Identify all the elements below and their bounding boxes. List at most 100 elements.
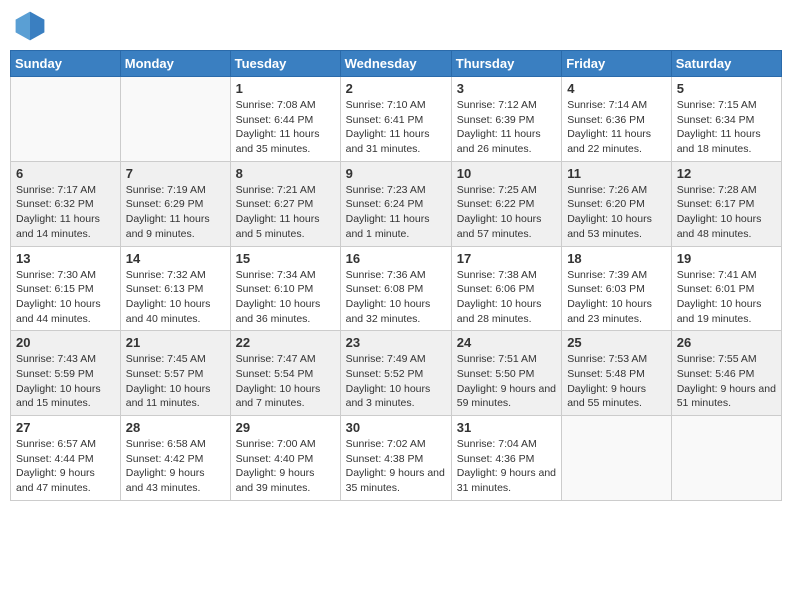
day-info: Sunrise: 7:45 AM Sunset: 5:57 PM Dayligh… xyxy=(126,352,225,411)
day-number: 1 xyxy=(236,81,335,96)
day-number: 4 xyxy=(567,81,666,96)
calendar-cell: 24 Sunrise: 7:51 AM Sunset: 5:50 PM Dayli… xyxy=(451,331,561,416)
day-header-wednesday: Wednesday xyxy=(340,51,451,77)
calendar-cell: 31 Sunrise: 7:04 AM Sunset: 4:36 PM Dayli… xyxy=(451,416,561,501)
day-info: Sunrise: 7:21 AM Sunset: 6:27 PM Dayligh… xyxy=(236,183,335,242)
calendar-cell: 20 Sunrise: 7:43 AM Sunset: 5:59 PM Dayli… xyxy=(11,331,121,416)
day-info: Sunrise: 7:15 AM Sunset: 6:34 PM Dayligh… xyxy=(677,98,776,157)
day-header-friday: Friday xyxy=(562,51,672,77)
day-number: 9 xyxy=(346,166,446,181)
calendar-cell xyxy=(120,77,230,162)
day-info: Sunrise: 7:53 AM Sunset: 5:48 PM Dayligh… xyxy=(567,352,666,411)
day-info: Sunrise: 7:38 AM Sunset: 6:06 PM Dayligh… xyxy=(457,268,556,327)
day-number: 8 xyxy=(236,166,335,181)
day-number: 29 xyxy=(236,420,335,435)
week-row-3: 13 Sunrise: 7:30 AM Sunset: 6:15 PM Dayli… xyxy=(11,246,782,331)
week-row-2: 6Sunrise: 7:17 AM Sunset: 6:32 PM Daylig… xyxy=(11,161,782,246)
day-info: Sunrise: 7:47 AM Sunset: 5:54 PM Dayligh… xyxy=(236,352,335,411)
calendar-cell: 23Sunrise: 7:49 AM Sunset: 5:52 PM Dayli… xyxy=(340,331,451,416)
day-info: Sunrise: 7:19 AM Sunset: 6:29 PM Dayligh… xyxy=(126,183,225,242)
calendar-cell: 28 Sunrise: 6:58 AM Sunset: 4:42 PM Dayli… xyxy=(120,416,230,501)
day-info: Sunrise: 7:41 AM Sunset: 6:01 PM Dayligh… xyxy=(677,268,776,327)
day-number: 15 xyxy=(236,251,335,266)
day-number: 6 xyxy=(16,166,115,181)
day-header-sunday: Sunday xyxy=(11,51,121,77)
day-info: Sunrise: 7:34 AM Sunset: 6:10 PM Dayligh… xyxy=(236,268,335,327)
week-row-1: 1 Sunrise: 7:08 AM Sunset: 6:44 PM Daylig… xyxy=(11,77,782,162)
week-row-4: 20 Sunrise: 7:43 AM Sunset: 5:59 PM Dayli… xyxy=(11,331,782,416)
day-header-tuesday: Tuesday xyxy=(230,51,340,77)
day-number: 11 xyxy=(567,166,666,181)
day-info: Sunrise: 7:00 AM Sunset: 4:40 PM Dayligh… xyxy=(236,437,335,496)
calendar-cell: 11 Sunrise: 7:26 AM Sunset: 6:20 PM Dayli… xyxy=(562,161,672,246)
calendar-cell: 16 Sunrise: 7:36 AM Sunset: 6:08 PM Dayli… xyxy=(340,246,451,331)
day-number: 21 xyxy=(126,335,225,350)
day-number: 3 xyxy=(457,81,556,96)
day-header-thursday: Thursday xyxy=(451,51,561,77)
calendar-cell: 6Sunrise: 7:17 AM Sunset: 6:32 PM Daylig… xyxy=(11,161,121,246)
calendar-cell: 3Sunrise: 7:12 AM Sunset: 6:39 PM Daylig… xyxy=(451,77,561,162)
logo-icon xyxy=(14,10,46,42)
calendar-cell: 25 Sunrise: 7:53 AM Sunset: 5:48 PM Dayli… xyxy=(562,331,672,416)
calendar-cell: 30 Sunrise: 7:02 AM Sunset: 4:38 PM Dayli… xyxy=(340,416,451,501)
calendar-cell: 5 Sunrise: 7:15 AM Sunset: 6:34 PM Daylig… xyxy=(671,77,781,162)
day-number: 19 xyxy=(677,251,776,266)
day-header-monday: Monday xyxy=(120,51,230,77)
calendar-header-row: SundayMondayTuesdayWednesdayThursdayFrid… xyxy=(11,51,782,77)
day-number: 2 xyxy=(346,81,446,96)
calendar-table: SundayMondayTuesdayWednesdayThursdayFrid… xyxy=(10,50,782,501)
day-info: Sunrise: 7:02 AM Sunset: 4:38 PM Dayligh… xyxy=(346,437,446,496)
calendar-cell: 17 Sunrise: 7:38 AM Sunset: 6:06 PM Dayli… xyxy=(451,246,561,331)
page-header xyxy=(10,10,782,42)
calendar-cell: 14Sunrise: 7:32 AM Sunset: 6:13 PM Dayli… xyxy=(120,246,230,331)
day-number: 5 xyxy=(677,81,776,96)
calendar-cell: 7 Sunrise: 7:19 AM Sunset: 6:29 PM Daylig… xyxy=(120,161,230,246)
day-info: Sunrise: 6:57 AM Sunset: 4:44 PM Dayligh… xyxy=(16,437,115,496)
calendar-cell xyxy=(11,77,121,162)
calendar-cell: 29 Sunrise: 7:00 AM Sunset: 4:40 PM Dayli… xyxy=(230,416,340,501)
day-number: 31 xyxy=(457,420,556,435)
day-info: Sunrise: 7:36 AM Sunset: 6:08 PM Dayligh… xyxy=(346,268,446,327)
day-number: 26 xyxy=(677,335,776,350)
day-info: Sunrise: 7:30 AM Sunset: 6:15 PM Dayligh… xyxy=(16,268,115,327)
calendar-cell: 2 Sunrise: 7:10 AM Sunset: 6:41 PM Daylig… xyxy=(340,77,451,162)
day-info: Sunrise: 7:51 AM Sunset: 5:50 PM Dayligh… xyxy=(457,352,556,411)
day-info: Sunrise: 7:08 AM Sunset: 6:44 PM Dayligh… xyxy=(236,98,335,157)
day-header-saturday: Saturday xyxy=(671,51,781,77)
day-info: Sunrise: 7:49 AM Sunset: 5:52 PM Dayligh… xyxy=(346,352,446,411)
calendar-cell: 12Sunrise: 7:28 AM Sunset: 6:17 PM Dayli… xyxy=(671,161,781,246)
day-info: Sunrise: 7:43 AM Sunset: 5:59 PM Dayligh… xyxy=(16,352,115,411)
calendar-cell xyxy=(562,416,672,501)
calendar-cell: 1 Sunrise: 7:08 AM Sunset: 6:44 PM Daylig… xyxy=(230,77,340,162)
calendar-cell: 19 Sunrise: 7:41 AM Sunset: 6:01 PM Dayli… xyxy=(671,246,781,331)
calendar-cell: 13 Sunrise: 7:30 AM Sunset: 6:15 PM Dayli… xyxy=(11,246,121,331)
day-number: 20 xyxy=(16,335,115,350)
day-number: 10 xyxy=(457,166,556,181)
calendar-cell: 15 Sunrise: 7:34 AM Sunset: 6:10 PM Dayli… xyxy=(230,246,340,331)
day-number: 7 xyxy=(126,166,225,181)
day-info: Sunrise: 7:10 AM Sunset: 6:41 PM Dayligh… xyxy=(346,98,446,157)
day-number: 17 xyxy=(457,251,556,266)
day-info: Sunrise: 6:58 AM Sunset: 4:42 PM Dayligh… xyxy=(126,437,225,496)
calendar-cell: 8 Sunrise: 7:21 AM Sunset: 6:27 PM Daylig… xyxy=(230,161,340,246)
day-info: Sunrise: 7:26 AM Sunset: 6:20 PM Dayligh… xyxy=(567,183,666,242)
day-number: 13 xyxy=(16,251,115,266)
calendar-cell: 21 Sunrise: 7:45 AM Sunset: 5:57 PM Dayli… xyxy=(120,331,230,416)
day-info: Sunrise: 7:39 AM Sunset: 6:03 PM Dayligh… xyxy=(567,268,666,327)
calendar-cell: 10Sunrise: 7:25 AM Sunset: 6:22 PM Dayli… xyxy=(451,161,561,246)
day-number: 16 xyxy=(346,251,446,266)
day-number: 28 xyxy=(126,420,225,435)
day-info: Sunrise: 7:14 AM Sunset: 6:36 PM Dayligh… xyxy=(567,98,666,157)
calendar-cell: 18 Sunrise: 7:39 AM Sunset: 6:03 PM Dayli… xyxy=(562,246,672,331)
day-number: 14 xyxy=(126,251,225,266)
calendar-cell: 26 Sunrise: 7:55 AM Sunset: 5:46 PM Dayli… xyxy=(671,331,781,416)
day-number: 30 xyxy=(346,420,446,435)
calendar-cell: 22Sunrise: 7:47 AM Sunset: 5:54 PM Dayli… xyxy=(230,331,340,416)
day-number: 18 xyxy=(567,251,666,266)
day-info: Sunrise: 7:55 AM Sunset: 5:46 PM Dayligh… xyxy=(677,352,776,411)
calendar-cell: 9Sunrise: 7:23 AM Sunset: 6:24 PM Daylig… xyxy=(340,161,451,246)
day-info: Sunrise: 7:04 AM Sunset: 4:36 PM Dayligh… xyxy=(457,437,556,496)
day-number: 24 xyxy=(457,335,556,350)
day-number: 25 xyxy=(567,335,666,350)
calendar-cell: 4 Sunrise: 7:14 AM Sunset: 6:36 PM Daylig… xyxy=(562,77,672,162)
